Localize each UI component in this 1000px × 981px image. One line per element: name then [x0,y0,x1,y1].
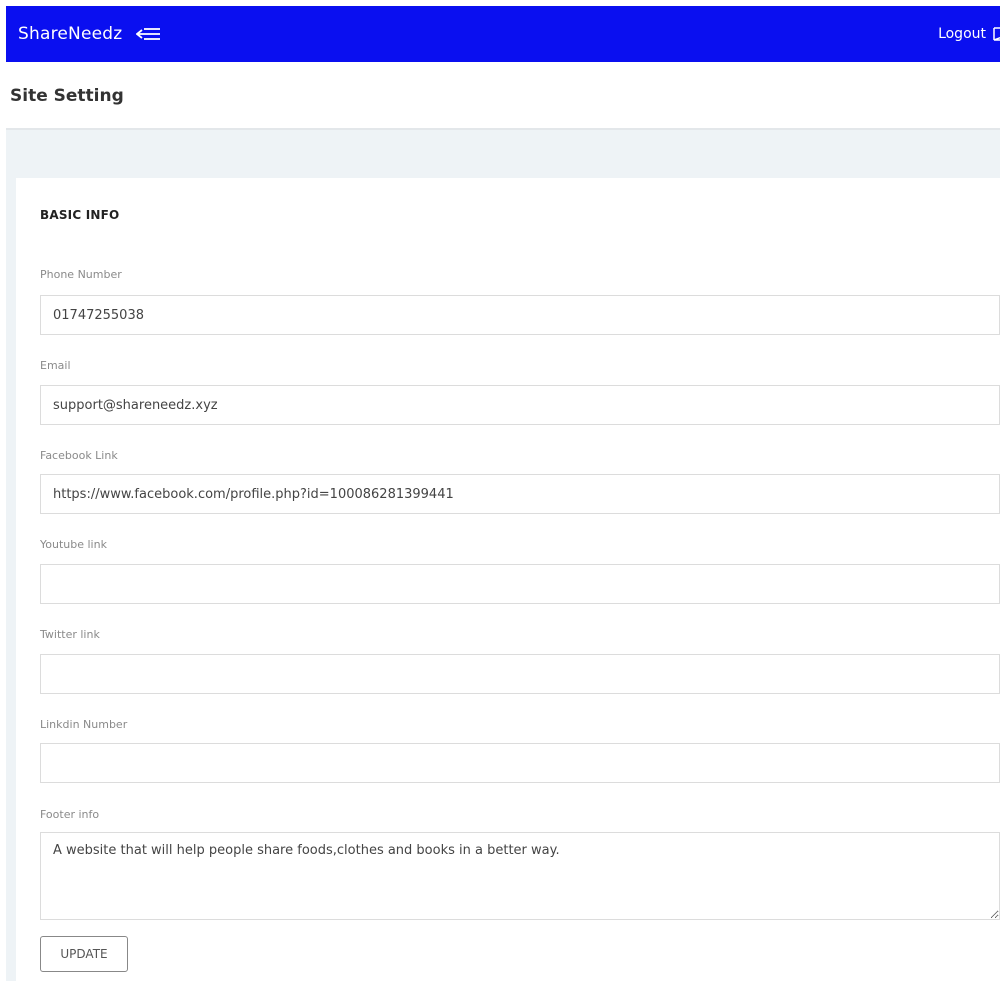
update-button[interactable]: UPDATE [40,936,128,972]
brand-name[interactable]: ShareNeedz [18,24,122,44]
footer-info-textarea[interactable]: A website that will help people share fo… [40,832,1000,920]
logout-icon [990,25,1000,43]
facebook-input[interactable] [40,474,1000,514]
top-navbar: ShareNeedz Logout [6,6,1000,62]
page-header: Site Setting [6,62,1000,130]
page-title: Site Setting [10,86,124,106]
linkedin-label: Linkdin Number [40,718,128,731]
phone-label: Phone Number [40,268,122,281]
facebook-label: Facebook Link [40,449,118,462]
logout-link[interactable]: Logout [938,6,1000,62]
youtube-input[interactable] [40,564,1000,604]
footer-info-label: Footer info [40,808,100,821]
email-input[interactable] [40,385,1000,425]
logout-label: Logout [938,26,986,42]
youtube-label: Youtube link [40,538,107,551]
email-label: Email [40,359,71,372]
twitter-input[interactable] [40,654,1000,694]
section-title: BASIC INFO [40,208,120,222]
settings-card: BASIC INFO Phone Number Email Facebook L… [16,178,1000,981]
phone-input[interactable] [40,295,1000,335]
twitter-label: Twitter link [40,628,100,641]
menu-toggle-icon[interactable] [136,27,162,41]
linkedin-input[interactable] [40,743,1000,783]
